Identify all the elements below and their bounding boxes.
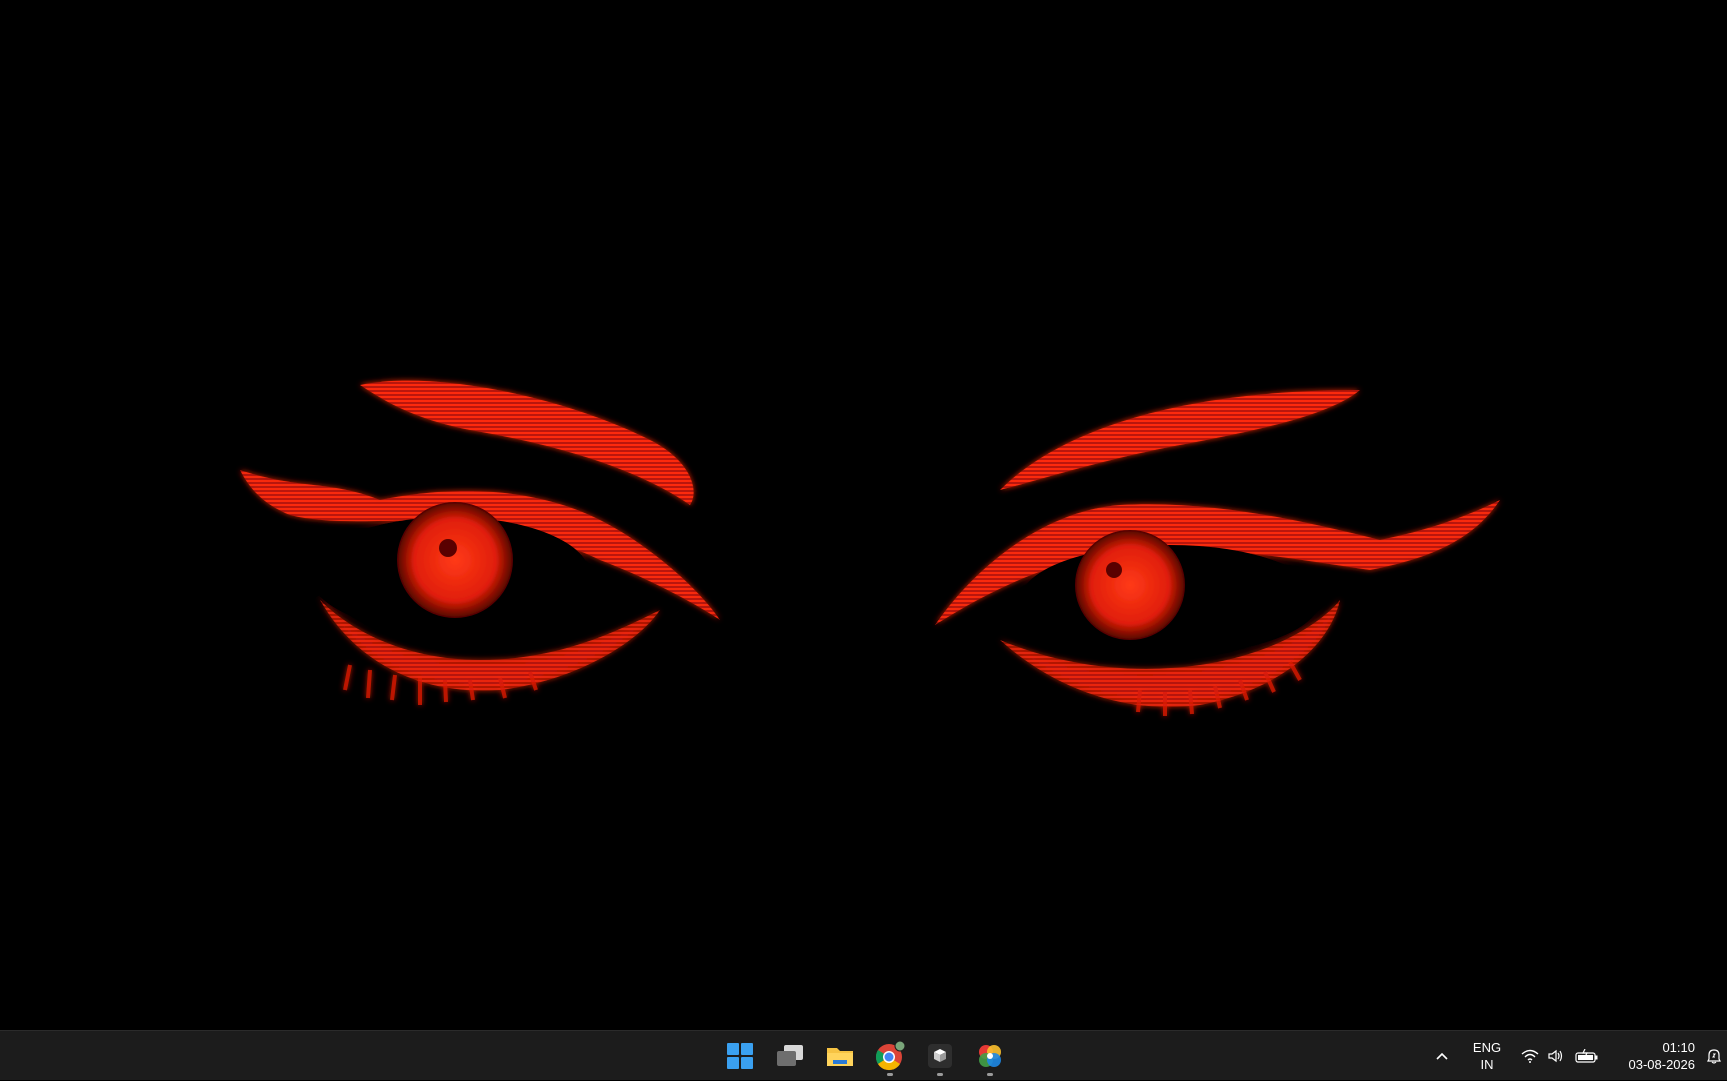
battery-button[interactable] (1569, 1036, 1605, 1076)
start-button[interactable] (718, 1036, 762, 1076)
chevron-up-icon (1436, 1052, 1448, 1060)
wallpaper-image (240, 380, 1500, 716)
wifi-icon (1521, 1049, 1539, 1063)
running-indicator (937, 1073, 943, 1076)
right-iris (1075, 530, 1185, 640)
taskbar-apps (718, 1031, 1012, 1081)
show-hidden-icons-button[interactable] (1427, 1036, 1457, 1076)
right-pupil-highlight (1106, 562, 1122, 578)
clock-button[interactable]: 01:10 03-08-2026 (1605, 1039, 1701, 1073)
cube-app-button[interactable] (918, 1036, 962, 1076)
left-iris (397, 502, 513, 618)
left-eye (240, 380, 720, 705)
system-tray: ENG IN 01:10 03-08-2026 (1427, 1031, 1727, 1081)
cube-app-icon (928, 1044, 952, 1068)
running-indicator (987, 1073, 993, 1076)
right-eyebrow (1000, 390, 1360, 490)
windows-start-icon (727, 1043, 753, 1069)
folder-icon (827, 1048, 853, 1066)
notification-bell-icon (1707, 1049, 1721, 1064)
left-pupil-highlight (439, 539, 457, 557)
task-view-icon (777, 1045, 803, 1066)
language-code: ENG (1472, 1040, 1502, 1055)
language-region: IN (1480, 1057, 1494, 1072)
clock-time: 01:10 (1662, 1040, 1695, 1055)
desktop[interactable] (0, 0, 1727, 1030)
volume-button[interactable] (1543, 1036, 1569, 1076)
language-indicator[interactable]: ENG IN (1457, 1039, 1517, 1073)
task-view-button[interactable] (768, 1036, 812, 1076)
file-explorer-button[interactable] (818, 1036, 862, 1076)
color-wheel-app-icon (979, 1045, 1001, 1067)
volume-icon (1548, 1049, 1563, 1063)
clock-date: 03-08-2026 (1628, 1057, 1696, 1072)
taskbar: ENG IN 01:10 03-08-2026 (0, 1030, 1727, 1080)
chrome-icon (875, 1040, 906, 1071)
right-eye (935, 390, 1500, 716)
left-eyebrow (360, 380, 694, 505)
color-wheel-app-button[interactable] (968, 1036, 1012, 1076)
network-button[interactable] (1517, 1036, 1543, 1076)
battery-icon (1575, 1049, 1598, 1063)
running-indicator (887, 1073, 893, 1076)
notification-button[interactable] (1701, 1036, 1727, 1076)
chrome-button[interactable] (868, 1036, 912, 1076)
